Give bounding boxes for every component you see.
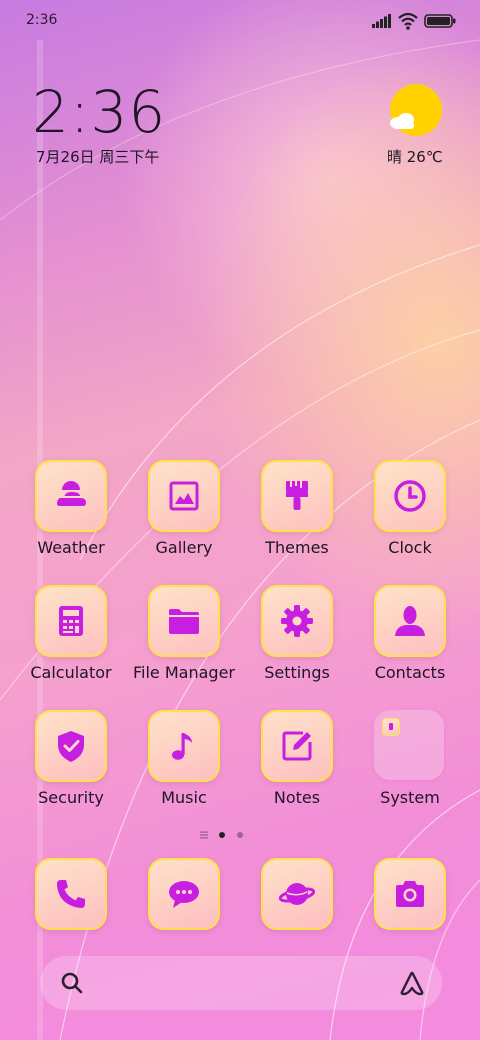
app-contacts[interactable]: Contacts (355, 585, 465, 695)
home-screen: 2:36 2:36 7月26日 周三下午 晴 26℃ Weather Galle… (0, 0, 480, 1040)
app-label: Music (161, 788, 207, 807)
person-icon (395, 606, 425, 636)
app-tile (374, 585, 446, 657)
browser-planet-icon (279, 883, 315, 905)
status-icons (372, 12, 458, 32)
dock-messages[interactable] (129, 858, 239, 968)
app-label: Security (38, 788, 104, 807)
app-tile (35, 710, 107, 782)
dock-browser[interactable] (242, 858, 352, 968)
app-tile (35, 460, 107, 532)
folder-group-icon (374, 710, 444, 780)
signal-icon (372, 14, 391, 28)
dock-camera[interactable] (355, 858, 465, 968)
app-label: Contacts (374, 663, 446, 682)
clock-widget-time[interactable]: 2:36 (32, 78, 166, 146)
notes-pencil-icon (282, 731, 312, 761)
app-settings[interactable]: Settings (242, 585, 352, 695)
app-tile (35, 858, 107, 930)
calculator-icon (59, 606, 83, 636)
app-tile (374, 460, 446, 532)
app-tile (261, 710, 333, 782)
app-label: Calculator (30, 663, 112, 682)
message-icon (169, 881, 199, 908)
weather-icon (57, 481, 86, 506)
app-label: Settings (264, 663, 330, 682)
status-time: 2:36 (26, 12, 58, 28)
search-bar[interactable] (40, 956, 442, 1010)
dock-phone[interactable] (16, 858, 126, 968)
app-tile (35, 585, 107, 657)
app-tile (374, 858, 446, 930)
clock-widget-date[interactable]: 7月26日 周三下午 (36, 146, 159, 167)
weather-widget[interactable]: 晴 26℃ (382, 84, 458, 174)
app-tile (261, 585, 333, 657)
app-themes[interactable]: Themes (242, 460, 352, 570)
app-label: System (380, 788, 440, 807)
page-dot-active (219, 832, 225, 838)
wifi-icon (398, 12, 418, 30)
search-icon[interactable] (60, 971, 84, 995)
app-label: Themes (265, 538, 329, 557)
app-tile (148, 585, 220, 657)
app-label: Gallery (155, 538, 213, 557)
weather-text: 晴 26℃ (387, 148, 443, 166)
shield-check-icon (58, 731, 84, 762)
phone-icon (57, 880, 85, 908)
app-label: File Manager (133, 663, 235, 682)
app-tile (148, 710, 220, 782)
app-label: Notes (273, 788, 321, 807)
app-weather[interactable]: Weather (16, 460, 126, 570)
app-notes[interactable]: Notes (242, 710, 352, 820)
music-note-icon (172, 733, 192, 760)
status-bar: 2:36 (0, 0, 480, 44)
cloud-icon (390, 113, 414, 129)
app-security[interactable]: Security (16, 710, 126, 820)
folder-mini-app-icon (382, 718, 400, 736)
app-label: Clock (388, 538, 432, 557)
app-gallery[interactable]: Gallery (129, 460, 239, 570)
themes-brush-icon (286, 481, 308, 510)
battery-icon (424, 14, 456, 28)
page-indicator[interactable] (200, 830, 250, 842)
camera-icon (396, 881, 424, 907)
app-file-manager[interactable]: File Manager (129, 585, 239, 695)
app-tile (261, 858, 333, 930)
app-calculator[interactable]: Calculator (16, 585, 126, 695)
app-music[interactable]: Music (129, 710, 239, 820)
gear-icon (281, 605, 313, 637)
app-clock[interactable]: Clock (355, 460, 465, 570)
app-tile (261, 460, 333, 532)
folder-system[interactable]: System (355, 710, 465, 820)
gallery-icon (169, 481, 199, 511)
app-label: Weather (37, 538, 105, 557)
folder-icon (169, 609, 199, 634)
page-list-icon (200, 831, 208, 839)
app-tile (148, 858, 220, 930)
clock-icon (394, 480, 426, 512)
assistant-icon[interactable] (398, 970, 426, 996)
page-dot (237, 832, 243, 838)
app-tile (148, 460, 220, 532)
